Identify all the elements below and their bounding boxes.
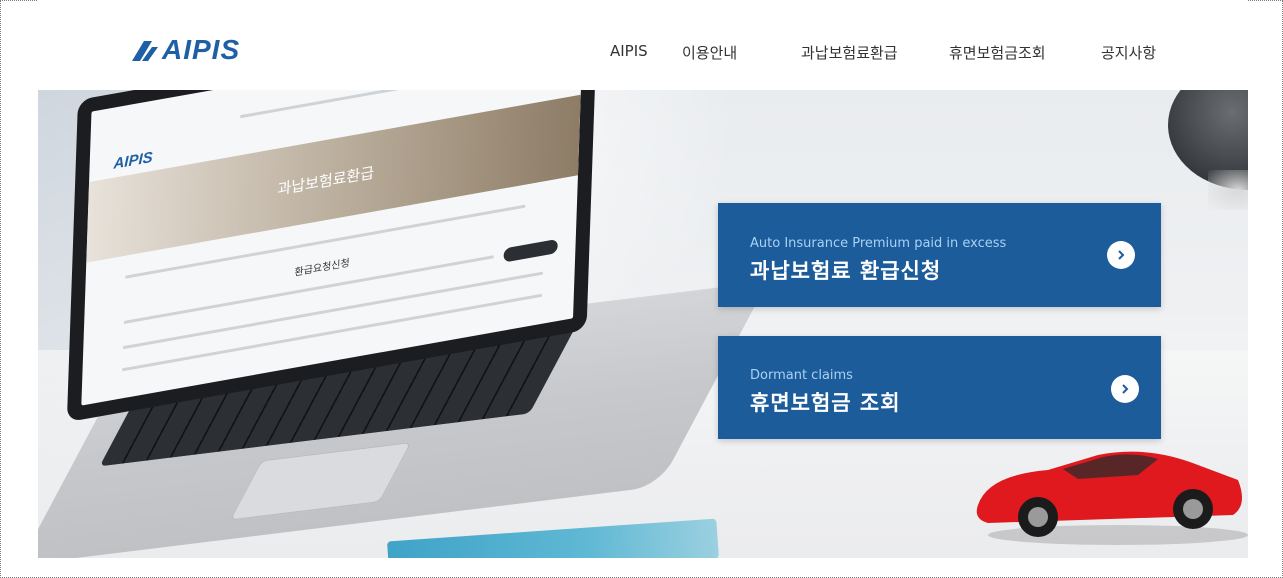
nav-item-guide[interactable]: 이용안내 — [682, 42, 737, 63]
premium-refund-subtitle: Auto Insurance Premium paid in excess — [750, 236, 1007, 251]
site-logo[interactable]: AIPIS — [130, 34, 240, 66]
mini-section-title: 환급요청신청 — [294, 257, 350, 279]
hero-banner: AIPIS 과납보험료환급 환급요청신청 Auto Insurance Prem… — [38, 90, 1248, 558]
dormant-claims-arrow-button[interactable] — [1111, 375, 1139, 403]
laptop-trackpad — [229, 442, 412, 521]
logo-text: AIPIS — [162, 34, 241, 65]
premium-refund-title: 과납보험료 환급신청 — [750, 259, 942, 283]
dormant-claims-card[interactable]: Dormant claims 휴면보험금 조회 — [718, 336, 1161, 439]
decor-image — [1208, 170, 1248, 210]
mini-button — [503, 238, 558, 263]
logo-car-icon — [132, 41, 158, 61]
chevron-right-icon — [1122, 384, 1129, 394]
dormant-claims-subtitle: Dormant claims — [750, 368, 853, 383]
mini-nav-line — [240, 90, 441, 119]
site-header: AIPIS AIPIS 이용안내 과납보험료환급 휴면보험금조회 공지사항 — [38, 0, 1248, 90]
chevron-right-icon — [1118, 250, 1125, 260]
premium-refund-arrow-button[interactable] — [1107, 241, 1135, 269]
premium-refund-card[interactable]: Auto Insurance Premium paid in excess 과납… — [718, 203, 1161, 307]
nav-item-premium-refund[interactable]: 과납보험료환급 — [801, 42, 898, 63]
nav-item-aipis[interactable]: AIPIS — [610, 42, 648, 60]
red-car-image — [976, 451, 1248, 545]
dormant-claims-title: 휴면보험금 조회 — [750, 391, 901, 415]
nav-item-notice[interactable]: 공지사항 — [1101, 42, 1156, 63]
nav-item-dormant-claims[interactable]: 휴면보험금조회 — [949, 42, 1046, 63]
mini-logo: AIPIS — [113, 148, 153, 173]
